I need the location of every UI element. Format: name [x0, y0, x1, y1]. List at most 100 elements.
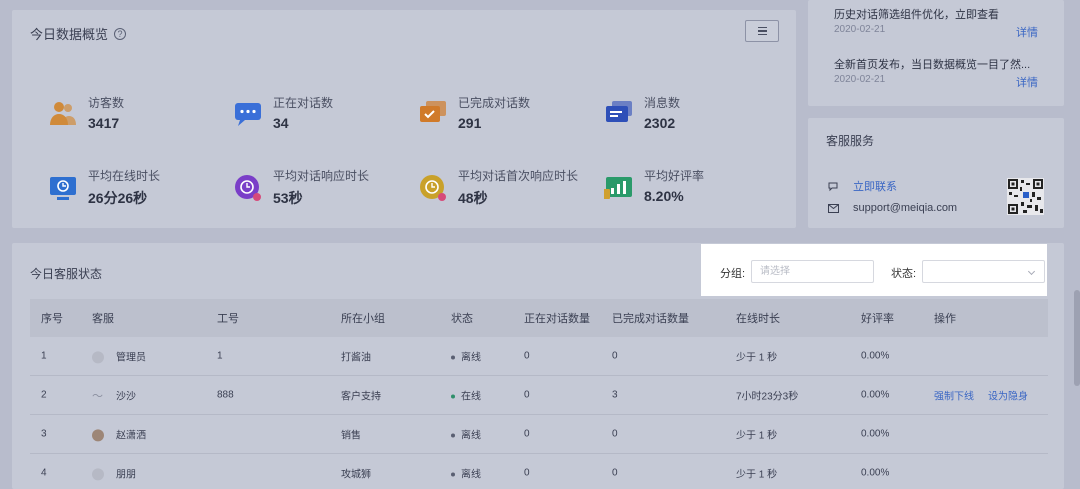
- yellow-clock-icon: [420, 174, 446, 201]
- online-duration: 少于 1 秒: [736, 469, 778, 481]
- news-detail-link[interactable]: 详情: [1016, 74, 1038, 90]
- stat-label: 访客数: [88, 96, 125, 110]
- stat-item: 平均对话首次响应时长 48秒: [418, 167, 578, 208]
- row-actions: 强制下线 设为隐身: [934, 388, 1042, 403]
- table-row: 2 ～ 沙沙 888 客户支持 在线 0 3 7小时23分3秒 0.00% 强制下…: [30, 376, 1048, 415]
- status-badge: 离线: [451, 466, 481, 481]
- table-row: 4 朋朋 攻城狮 离线 0 0 少于 1 秒 0.00%: [30, 454, 1048, 489]
- news-title[interactable]: 历史对话筛选组件优化，立即查看: [834, 6, 1059, 22]
- purple-clock-icon: [235, 174, 261, 201]
- group-select-placeholder: 请选择: [760, 266, 790, 277]
- row-number: 4: [41, 467, 47, 479]
- stat-text: 平均对话响应时长 53秒: [273, 167, 369, 208]
- qr-code-icon: [1007, 178, 1044, 215]
- overview-title-row: 今日数据概览 ?: [30, 24, 127, 43]
- stat-value: 48秒: [458, 190, 488, 206]
- stat-item: 消息数 2302: [604, 94, 680, 131]
- stat-text: 消息数 2302: [644, 94, 680, 131]
- agent-cell: 管理员: [92, 348, 146, 364]
- state-filter-label: 状态:: [891, 268, 917, 280]
- agent-name: 朋朋: [116, 469, 136, 481]
- today-overview-card: 今日数据概览 ? 访客数 3417 正在对话数 34 已完成对话数 291 消息…: [12, 10, 796, 228]
- status-badge: 离线: [451, 349, 481, 364]
- mail-icon: [828, 203, 839, 213]
- online-duration: 少于 1 秒: [736, 430, 778, 442]
- online-duration: 7小时23分3秒: [736, 391, 799, 403]
- status-text: 离线: [461, 352, 481, 364]
- menu-icon[interactable]: [745, 20, 779, 42]
- rating: 0.00%: [861, 467, 890, 479]
- status-badge: 离线: [451, 427, 481, 442]
- avatar: ～: [92, 390, 103, 403]
- monitor-clock-icon: [50, 176, 76, 200]
- column-header: 好评率: [861, 313, 894, 325]
- stat-label: 已完成对话数: [458, 96, 531, 110]
- agent-status-card: 今日客服状态 分组: 请选择 状态: 序号 客服 工号 所在小组 状态 正在对话数量 已完成…: [12, 243, 1064, 489]
- status-text: 离线: [461, 430, 481, 442]
- status-dot: [451, 472, 455, 477]
- stat-text: 平均好评率 8.20%: [644, 167, 704, 204]
- page-scrollbar[interactable]: [1074, 290, 1080, 386]
- completed-chats: 0: [612, 467, 618, 479]
- active-chats: 0: [524, 389, 530, 401]
- support-email: support@meiqia.com: [853, 202, 958, 214]
- stat-value: 291: [458, 115, 482, 131]
- column-header: 序号: [41, 313, 63, 325]
- news-detail-link[interactable]: 详情: [1016, 24, 1038, 40]
- email-row: support@meiqia.com: [828, 202, 957, 214]
- active-chats: 0: [524, 467, 530, 479]
- stat-text: 已完成对话数 291: [458, 94, 530, 131]
- status-dot: [451, 355, 455, 360]
- contact-link[interactable]: 立即联系: [853, 178, 897, 194]
- agent-group: 攻城狮: [341, 469, 371, 481]
- overview-title: 今日数据概览: [30, 27, 109, 42]
- row-number: 2: [41, 389, 47, 401]
- rating: 0.00%: [861, 389, 890, 401]
- group-select[interactable]: 请选择: [751, 260, 874, 283]
- status-dot: [451, 394, 455, 399]
- agent-name: 赵潇洒: [116, 430, 146, 442]
- table-row: 3 赵潇洒 销售 离线 0 0 少于 1 秒 0.00%: [30, 415, 1048, 454]
- state-select[interactable]: [922, 260, 1045, 283]
- completed-chat-icon: [420, 100, 446, 122]
- table-header: 序号 客服 工号 所在小组 状态 正在对话数量 已完成对话数量 在线时长 好评率 操作: [30, 299, 1048, 337]
- row-number: 1: [41, 350, 47, 362]
- active-chats: 0: [524, 428, 530, 440]
- row-number: 3: [41, 428, 47, 440]
- avatar: [92, 468, 104, 481]
- stat-label: 平均对话响应时长: [273, 169, 370, 183]
- column-header: 在线时长: [736, 313, 780, 325]
- row-action-link[interactable]: 设为隐身: [988, 392, 1028, 403]
- agent-group: 打酱油: [341, 352, 371, 364]
- agent-id: 1: [217, 350, 223, 362]
- news-date: 2020-02-21: [834, 24, 886, 35]
- agent-status-table: 序号 客服 工号 所在小组 状态 正在对话数量 已完成对话数量 在线时长 好评率 操作 1 管理员…: [30, 299, 1048, 489]
- agent-cell: ～ 沙沙: [92, 387, 136, 403]
- chevron-down-icon: [1027, 267, 1036, 276]
- news-title[interactable]: 全新首页发布，当日数据概览一目了然...: [834, 56, 1059, 72]
- row-action-link[interactable]: 强制下线: [934, 392, 974, 403]
- agent-id: 888: [217, 389, 234, 401]
- avatar: [92, 351, 104, 364]
- status-badge: 在线: [451, 388, 481, 403]
- filter-panel: 分组: 请选择 状态:: [701, 244, 1047, 296]
- active-chats: 0: [524, 350, 530, 362]
- agent-name: 沙沙: [116, 391, 136, 403]
- customer-service-card: 客服服务 立即联系 support@meiqia.com: [808, 118, 1064, 228]
- online-duration: 少于 1 秒: [736, 352, 778, 364]
- help-icon[interactable]: ?: [114, 27, 127, 40]
- stat-item: 平均在线时长 26分26秒: [48, 167, 160, 208]
- completed-chats: 0: [612, 350, 618, 362]
- stat-value: 34: [273, 115, 289, 131]
- contact-row: 立即联系: [828, 178, 897, 194]
- agent-group: 客户支持: [341, 391, 381, 403]
- table-body: 1 管理员 1 打酱油 离线 0 0 少于 1 秒 0.00% 2 ～ 沙沙 88…: [30, 337, 1048, 489]
- column-header: 操作: [934, 313, 956, 325]
- column-header: 正在对话数量: [524, 313, 590, 325]
- avatar: [92, 429, 104, 442]
- column-header: 工号: [217, 313, 239, 325]
- column-header: 所在小组: [341, 313, 385, 325]
- column-header: 已完成对话数量: [612, 313, 689, 325]
- stat-item: 平均对话响应时长 53秒: [233, 167, 369, 208]
- news-date: 2020-02-21: [834, 74, 886, 85]
